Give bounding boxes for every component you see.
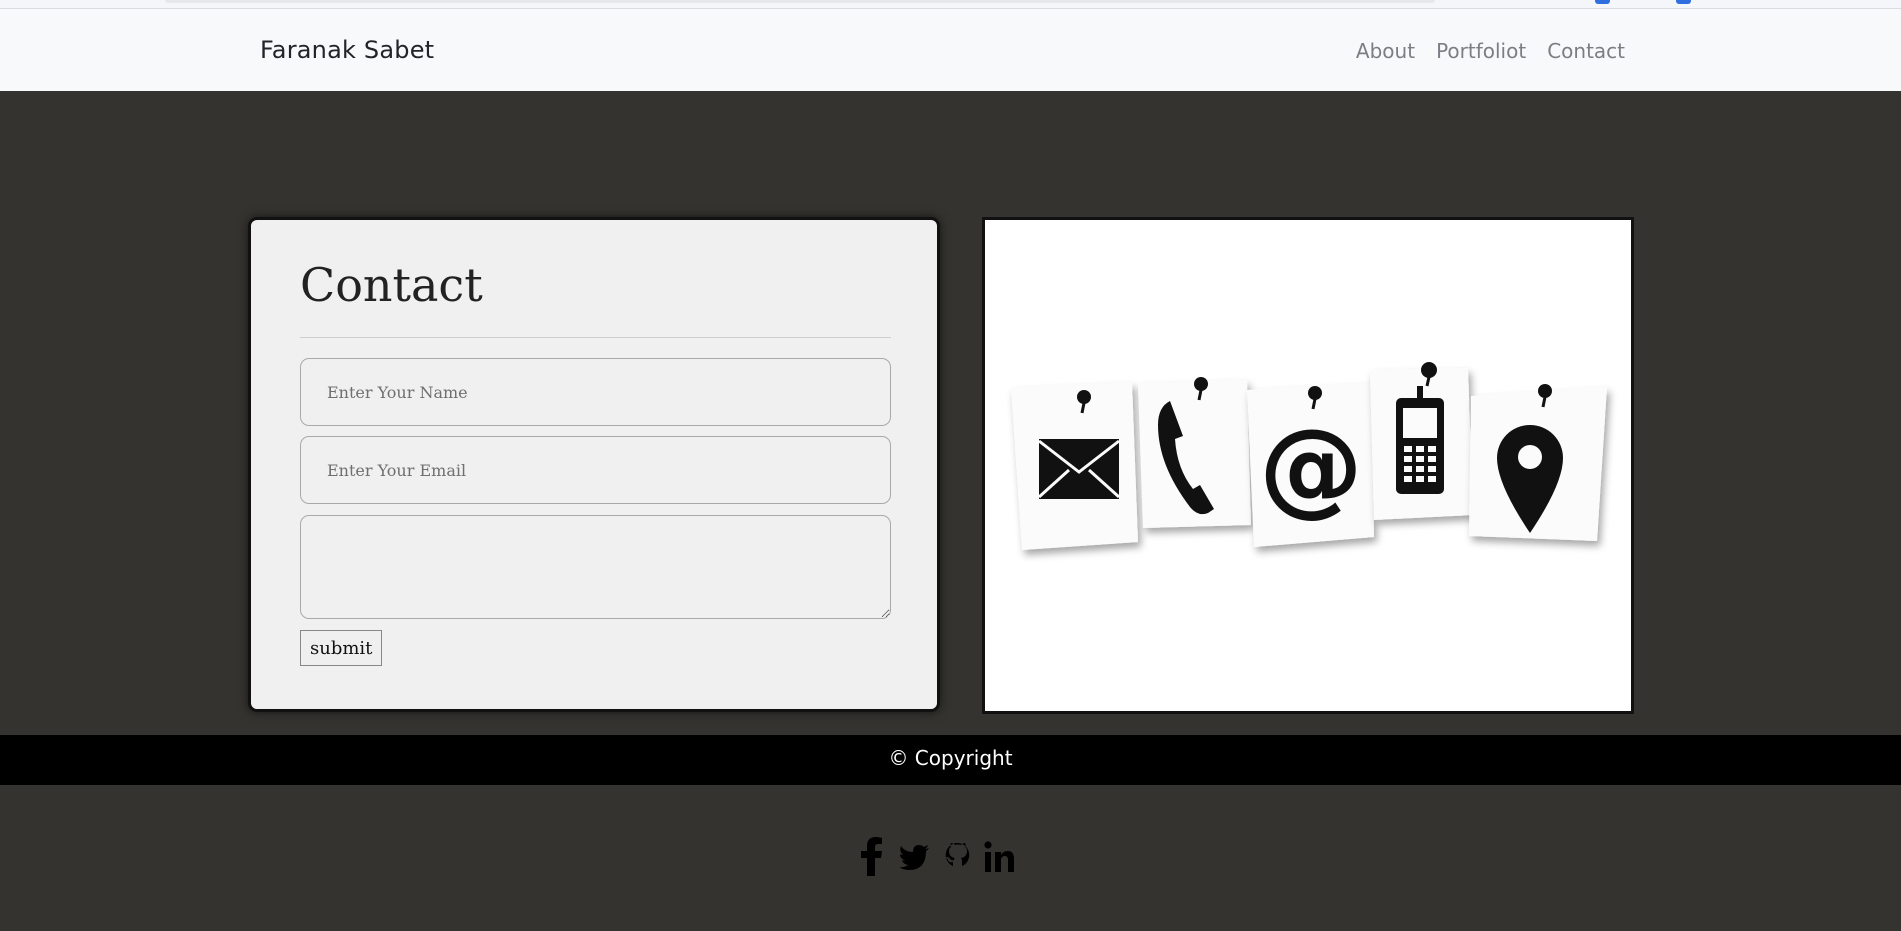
browser-top-strip bbox=[0, 0, 1901, 9]
extension-tab-indicator bbox=[1676, 0, 1691, 4]
at-note: @ bbox=[1247, 383, 1374, 547]
contact-icons-illustration: @ bbox=[1011, 362, 1607, 550]
address-bar-edge bbox=[165, 0, 1435, 3]
footer: © Copyright bbox=[0, 735, 1901, 785]
message-textarea[interactable] bbox=[300, 515, 891, 619]
phone-note bbox=[1138, 377, 1251, 528]
extension-tab-indicator bbox=[1595, 0, 1610, 4]
contact-title: Contact bbox=[300, 258, 483, 312]
pin-icon bbox=[1421, 362, 1437, 378]
envelope-icon bbox=[1037, 439, 1121, 499]
divider bbox=[300, 337, 891, 338]
svg-text:@: @ bbox=[1259, 406, 1363, 528]
social-links bbox=[858, 836, 1014, 876]
navbar: Faranak Sabet About Portfoliot Contact bbox=[0, 9, 1901, 91]
facebook-icon[interactable] bbox=[858, 836, 888, 876]
linkedin-icon[interactable] bbox=[984, 836, 1014, 876]
at-sign-icon: @ bbox=[1259, 406, 1363, 528]
nav-link-about[interactable]: About bbox=[1356, 39, 1415, 63]
nav-link-contact[interactable]: Contact bbox=[1547, 39, 1625, 63]
pin-icon bbox=[1538, 384, 1552, 398]
mobile-phone-icon bbox=[1396, 386, 1444, 494]
contact-icons-image: @ bbox=[982, 217, 1634, 714]
envelope-note bbox=[1011, 382, 1138, 550]
email-input[interactable] bbox=[300, 436, 891, 504]
pin-icon bbox=[1194, 377, 1208, 391]
mobile-note bbox=[1370, 362, 1473, 520]
twitter-icon[interactable] bbox=[899, 836, 930, 876]
copyright-text: © Copyright bbox=[888, 746, 1013, 770]
github-icon[interactable] bbox=[942, 836, 972, 876]
nav-links: About Portfoliot Contact bbox=[1356, 39, 1625, 63]
brand-link[interactable]: Faranak Sabet bbox=[260, 36, 434, 64]
name-input[interactable] bbox=[300, 358, 891, 426]
contact-card: Contact submit bbox=[248, 217, 940, 712]
pin-icon bbox=[1077, 390, 1091, 404]
pin-icon bbox=[1308, 386, 1322, 400]
nav-link-portfolio[interactable]: Portfoliot bbox=[1436, 39, 1526, 63]
submit-button[interactable]: submit bbox=[300, 630, 383, 666]
location-note bbox=[1469, 384, 1607, 541]
